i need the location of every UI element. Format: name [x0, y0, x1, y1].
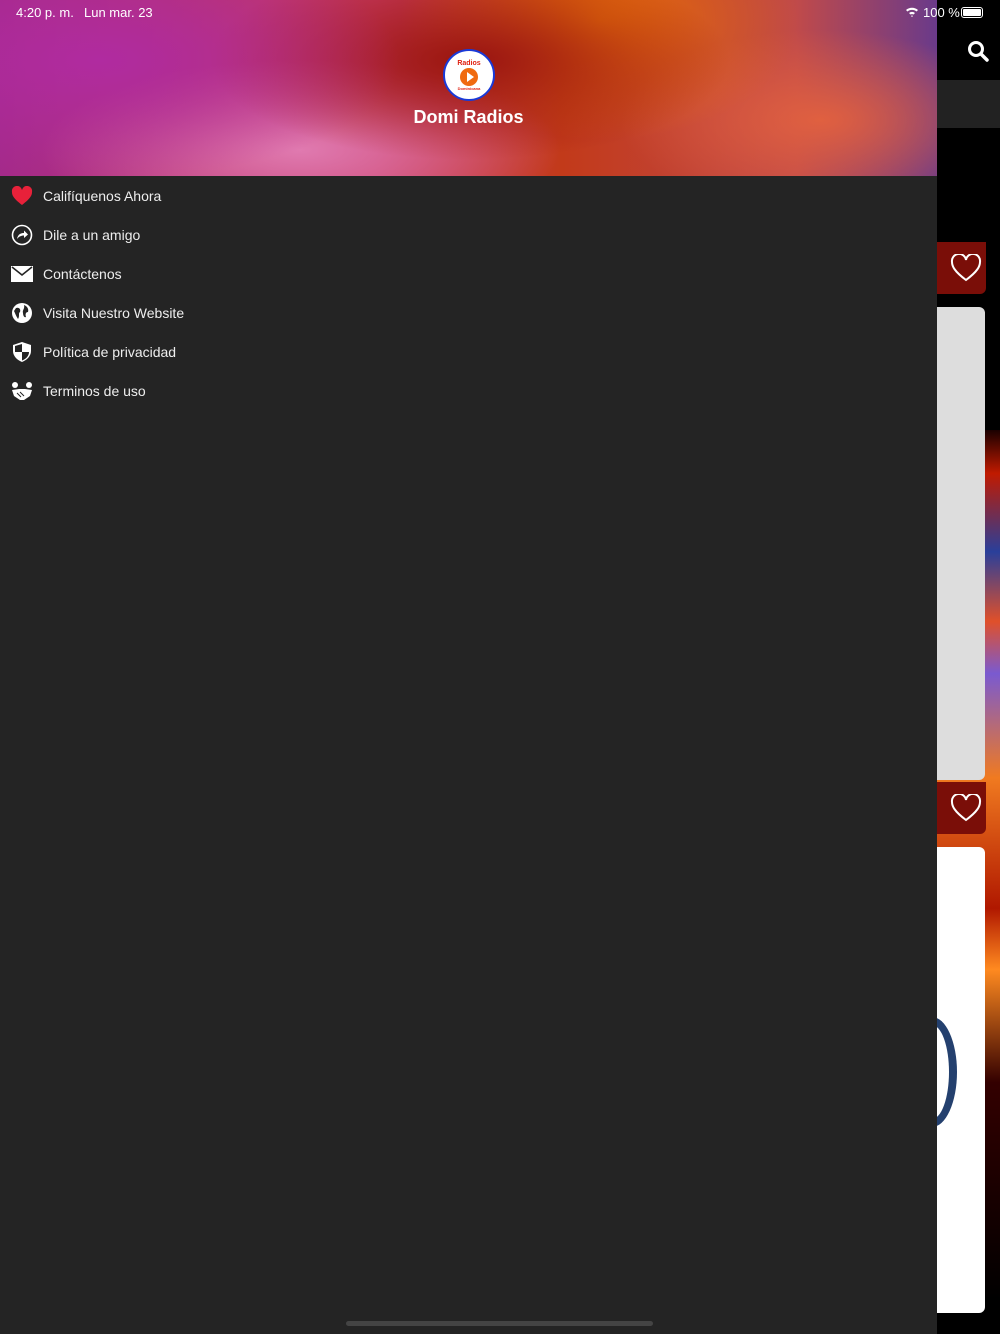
logo-text: Radios	[457, 60, 481, 67]
battery-text: 100 %	[923, 5, 960, 20]
home-indicator[interactable]	[346, 1321, 653, 1326]
globe-icon	[11, 302, 33, 324]
shield-icon	[11, 341, 33, 363]
menu-item-label: Visita Nuestro Website	[43, 304, 185, 321]
status-time: 4:20 p. m.	[16, 5, 74, 20]
heart-icon	[11, 185, 33, 207]
station-logo	[937, 1017, 957, 1127]
menu-item-website[interactable]: Visita Nuestro Website	[0, 293, 937, 332]
status-date: Lun mar. 23	[84, 5, 153, 20]
side-drawer: 4:20 p. m. Lun mar. 23 Radios Dominicana…	[0, 0, 937, 1334]
drawer-menu: Califíquenos Ahora Dile a un amigo Contá…	[0, 176, 937, 410]
menu-item-privacy[interactable]: Política de privacidad	[0, 332, 937, 371]
drawer-header: 4:20 p. m. Lun mar. 23 Radios Dominicana…	[0, 0, 937, 176]
menu-item-contact[interactable]: Contáctenos	[0, 254, 937, 293]
battery-icon	[961, 7, 983, 18]
station-card[interactable]	[937, 847, 985, 1313]
logo-text: Dominicana	[457, 86, 481, 91]
tab-bar	[937, 80, 1000, 128]
heart-outline-icon	[950, 254, 982, 282]
app-title: Domi Radios	[413, 107, 524, 127]
menu-item-terms[interactable]: Terminos de uso	[0, 371, 937, 410]
menu-item-label: Política de privacidad	[43, 343, 177, 360]
menu-item-label: Califíquenos Ahora	[43, 187, 162, 204]
share-icon	[11, 224, 33, 246]
station-card[interactable]	[937, 307, 985, 780]
search-icon[interactable]	[966, 39, 990, 63]
favorite-button[interactable]	[937, 242, 986, 294]
favorite-button[interactable]	[937, 782, 986, 834]
mail-icon	[11, 263, 33, 285]
play-icon	[460, 68, 478, 86]
menu-item-share[interactable]: Dile a un amigo	[0, 215, 937, 254]
app-logo: Radios Dominicana	[443, 49, 495, 101]
handshake-icon	[11, 380, 33, 402]
menu-item-label: Contáctenos	[43, 265, 122, 282]
heart-outline-icon	[950, 794, 982, 822]
wifi-icon	[906, 7, 918, 17]
menu-item-rate[interactable]: Califíquenos Ahora	[0, 176, 937, 215]
menu-item-label: Terminos de uso	[43, 382, 146, 399]
menu-item-label: Dile a un amigo	[43, 226, 141, 243]
